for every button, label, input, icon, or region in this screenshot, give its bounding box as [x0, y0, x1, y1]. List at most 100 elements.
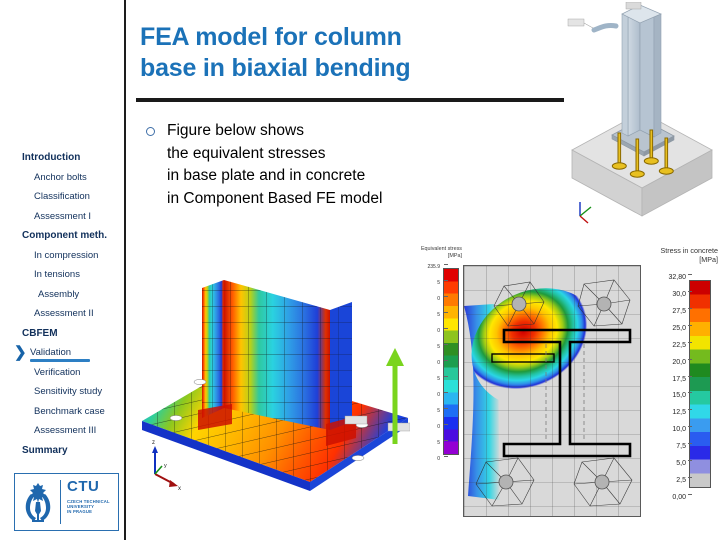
sidebar-item-in-tensions[interactable]: In tensions — [0, 265, 124, 285]
legend-tick-mark — [688, 274, 692, 275]
sidebar-item-assessment-i[interactable]: Assessment I — [0, 207, 124, 227]
legend-tick-label: 5,0 — [676, 460, 686, 468]
legend-tick-label: 0 — [437, 456, 440, 462]
sidebar-item-verification[interactable]: Verification — [0, 363, 124, 383]
legend-tick-mark — [444, 312, 448, 313]
sidebar-item-assessment-iii[interactable]: Assessment III — [0, 421, 124, 441]
sidebar: Introduction Anchor bolts Classification As… — [0, 0, 124, 540]
sidebar-item-sensitivity-study[interactable]: Sensitivity study — [0, 382, 124, 402]
equivalent-stress-legend: Equivalent stress [MPa] 235.9 5 0 5 0 5 0 5 0 5 0 5… — [400, 246, 462, 462]
sidebar-item-anchor-bolts[interactable]: Anchor bolts — [0, 168, 124, 188]
legend-tick-mark — [444, 264, 448, 265]
logo-subtitle-line3: IN PRAGUE — [67, 509, 93, 515]
equivalent-stress-tick-labels: 235.9 5 0 5 0 5 0 5 0 5 0 5 0 — [420, 264, 448, 462]
sidebar-item-label: Assessment III — [34, 425, 97, 436]
bullet-block: Figure below shows the equivalent stresse… — [146, 120, 506, 210]
ctu-lion-emblem-icon — [15, 474, 60, 530]
sidebar-item-label: Assessment I — [34, 210, 92, 222]
svg-text:y: y — [164, 463, 167, 469]
legend-tick-mark — [444, 408, 448, 409]
bullet-text-line: Figure below shows — [167, 122, 304, 139]
legend-tick-mark — [444, 360, 448, 361]
concrete-stress-tick-labels: 32,80 30,0 27,5 25,0 22,5 20,0 17,5 15,0 12,5 10,… — [640, 274, 692, 501]
bullet-text-line: in Component Based FE model — [167, 189, 383, 207]
chevron-right-icon: ❯ — [14, 344, 27, 361]
legend-tick-label: 7,5 — [676, 443, 686, 451]
legend-tick-mark — [444, 327, 448, 329]
concrete-stress-legend-unit: [MPa] — [699, 255, 718, 264]
sidebar-item-in-compression[interactable]: In compression — [0, 246, 124, 266]
legend-tick-mark — [688, 460, 692, 462]
sidebar-item-label: Sensitivity study — [34, 386, 103, 397]
legend-tick-label: 10,0 — [672, 426, 686, 434]
sidebar-item-summary[interactable]: Summary — [0, 441, 124, 461]
sidebar-item-introduction[interactable]: Introduction — [0, 148, 124, 168]
legend-tick-label: 22,5 — [672, 341, 686, 349]
equivalent-stress-legend-title: Equivalent stress [MPa] — [400, 246, 462, 260]
sidebar-item-benchmark-case[interactable]: Benchmark case — [0, 402, 124, 422]
circle-outline-bullet-icon — [146, 127, 155, 136]
ctu-logo: CTU CZECH TECHNICAL UNIVERSITY IN PRAGUE — [14, 473, 119, 531]
legend-tick-label: 2,5 — [676, 477, 686, 485]
sidebar-item-assessment-ii[interactable]: Assessment II — [0, 304, 124, 324]
sidebar-item-assembly[interactable]: Assembly — [0, 285, 124, 305]
sidebar-item-cbfem[interactable]: CBFEM — [0, 324, 124, 344]
logo-wordmark: CTU CZECH TECHNICAL UNIVERSITY IN PRAGUE — [61, 474, 118, 530]
legend-tick-label: 5 — [437, 375, 440, 382]
sidebar-item-label: Classification — [34, 191, 90, 202]
legend-tick-mark — [688, 443, 692, 445]
legend-tick-label: 0 — [437, 423, 440, 430]
sidebar-item-label: Verification — [34, 366, 81, 378]
svg-text:z: z — [152, 440, 155, 446]
legend-tick-label: 0 — [437, 360, 440, 366]
page-title: FEA model for column base in biaxial ben… — [140, 22, 560, 84]
legend-tick-mark — [688, 324, 692, 326]
sidebar-item-label: Summary — [22, 444, 68, 456]
equivalent-stress-legend-title-text: Equivalent stress — [420, 246, 462, 252]
sidebar-item-label: Assessment II — [34, 308, 94, 319]
sidebar-item-component-meth[interactable]: Component meth. — [0, 226, 124, 246]
sidebar-item-label: Introduction — [22, 152, 81, 163]
legend-tick-label: 17,5 — [672, 375, 686, 383]
legend-tick-mark — [444, 375, 448, 377]
concrete-stress-colorbar — [689, 280, 711, 488]
legend-tick-label: 235.9 — [427, 264, 440, 270]
legend-tick-label: 0 — [437, 392, 440, 398]
legend-tick-mark — [444, 456, 448, 457]
legend-tick-mark — [444, 440, 448, 441]
equivalent-stress-legend-unit: [MPa] — [447, 253, 462, 259]
bullet-text-line: in base plate and in concrete — [167, 167, 366, 184]
legend-tick-label: 5 — [437, 312, 440, 318]
legend-tick-label: 0 — [437, 327, 440, 334]
sidebar-item-label: Benchmark case — [34, 405, 105, 417]
legend-tick-mark — [688, 477, 692, 479]
concrete-stress-legend: Stress in concrete [MPa] 32,80 30,0 27,5 25… — [634, 246, 720, 516]
legend-tick-label: 32,80 — [668, 274, 686, 281]
3d-column-base-isometric — [566, 1, 718, 224]
title-rule — [136, 98, 564, 102]
sidebar-divider — [124, 0, 126, 540]
sidebar-item-classification[interactable]: Classification — [0, 187, 124, 207]
legend-tick-mark — [688, 494, 692, 495]
legend-tick-mark — [688, 426, 692, 428]
sidebar-item-label: CBFEM — [22, 327, 58, 339]
legend-tick-label: 0 — [437, 296, 440, 302]
legend-tick-mark — [688, 375, 692, 377]
legend-tick-mark — [688, 307, 692, 309]
legend-tick-label: 20,0 — [672, 358, 686, 366]
fea-base-plate-equivalent-stress: z x y — [140, 258, 411, 506]
sidebar-item-validation[interactable]: ❯ Validation — [0, 343, 124, 363]
sidebar-item-label: In compression — [34, 249, 99, 261]
legend-tick-label: 5 — [437, 440, 440, 446]
bullet-text: Figure below shows the equivalent stresse… — [167, 120, 382, 210]
sidebar-item-label: Component meth. — [22, 230, 107, 241]
legend-tick-label: 0,00 — [672, 494, 686, 501]
sidebar-item-label: Assembly — [38, 288, 80, 300]
legend-tick-mark — [688, 392, 692, 394]
page-title-line-1: FEA model for column — [140, 23, 402, 51]
legend-tick-mark — [688, 290, 692, 292]
legend-tick-label: 5 — [437, 279, 440, 286]
legend-tick-mark — [688, 409, 692, 411]
legend-tick-label: 5 — [437, 408, 440, 414]
sidebar-item-label: In tensions — [34, 269, 80, 280]
